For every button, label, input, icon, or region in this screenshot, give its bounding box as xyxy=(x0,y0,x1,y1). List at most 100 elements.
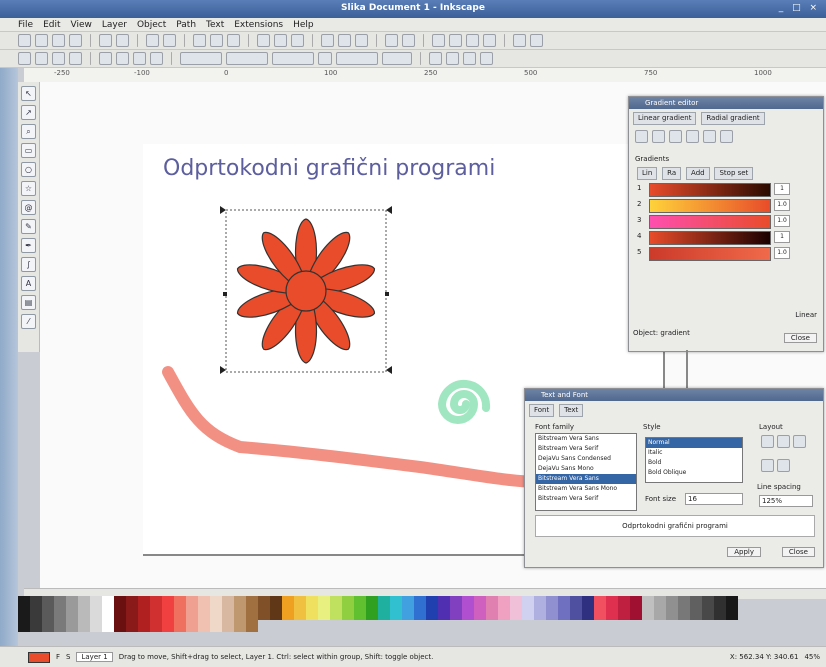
palette-swatch[interactable] xyxy=(642,608,654,620)
palette-swatch[interactable] xyxy=(726,608,738,620)
palette-swatch[interactable] xyxy=(630,608,642,620)
palette-swatch[interactable] xyxy=(534,596,546,608)
palette-swatch[interactable] xyxy=(330,596,342,608)
palette-swatch[interactable] xyxy=(426,596,438,608)
spiral-tool-icon[interactable]: @ xyxy=(21,200,36,215)
palette-swatch[interactable] xyxy=(630,596,642,608)
tab-text[interactable]: Text xyxy=(559,404,584,417)
palette-swatch[interactable] xyxy=(234,620,246,632)
gradient-close-button[interactable]: Close xyxy=(783,333,817,343)
palette-swatch[interactable] xyxy=(330,608,342,620)
palette-swatch[interactable] xyxy=(114,596,126,608)
palette-swatch[interactable] xyxy=(282,596,294,608)
palette-swatch[interactable] xyxy=(558,608,570,620)
cut-icon[interactable] xyxy=(210,34,223,47)
palette-swatch[interactable] xyxy=(666,596,678,608)
palette-swatch[interactable] xyxy=(66,620,78,632)
lower-icon[interactable] xyxy=(133,52,146,65)
palette-swatch[interactable] xyxy=(66,608,78,620)
font-family-item[interactable]: DejaVu Sans Condensed xyxy=(536,454,636,464)
palette-swatch[interactable] xyxy=(54,608,66,620)
palette-swatch[interactable] xyxy=(270,608,282,620)
palette-swatch[interactable] xyxy=(234,608,246,620)
palette-swatch[interactable] xyxy=(462,596,474,608)
palette-swatch[interactable] xyxy=(114,620,126,632)
palette-swatch[interactable] xyxy=(390,608,402,620)
palette-swatch[interactable] xyxy=(690,608,702,620)
palette-swatch[interactable] xyxy=(246,620,258,632)
palette-swatch[interactable] xyxy=(18,620,30,632)
palette-swatch[interactable] xyxy=(294,608,306,620)
vertical-text-icon[interactable] xyxy=(777,459,790,472)
palette-swatch[interactable] xyxy=(66,596,78,608)
palette-swatch[interactable] xyxy=(726,596,738,608)
pattern-paint-icon[interactable] xyxy=(703,130,716,143)
text-close-button[interactable]: Close xyxy=(781,547,815,557)
zoom-drawing-icon[interactable] xyxy=(274,34,287,47)
align-right-icon[interactable] xyxy=(793,435,806,448)
layer-select[interactable]: Layer 1 xyxy=(76,652,113,662)
menu-extensions[interactable]: Extensions xyxy=(234,20,283,30)
palette-swatch[interactable] xyxy=(570,596,582,608)
font-style-item[interactable]: Bold xyxy=(646,458,742,468)
menu-object[interactable]: Object xyxy=(137,20,166,30)
palette-swatch[interactable] xyxy=(342,608,354,620)
palette-swatch[interactable] xyxy=(582,596,594,608)
palette-swatch[interactable] xyxy=(678,596,690,608)
palette-swatch[interactable] xyxy=(510,608,522,620)
palette-swatch[interactable] xyxy=(702,608,714,620)
palette-swatch[interactable] xyxy=(174,596,186,608)
menu-edit[interactable]: Edit xyxy=(43,20,60,30)
undo-icon[interactable] xyxy=(146,34,159,47)
font-size-input[interactable]: 16 xyxy=(685,493,743,505)
rect-tool-icon[interactable]: ▭ xyxy=(21,143,36,158)
circle-tool-icon[interactable]: ○ xyxy=(21,162,36,177)
palette-swatch[interactable] xyxy=(42,608,54,620)
palette-swatch[interactable] xyxy=(150,596,162,608)
palette-swatch[interactable] xyxy=(306,596,318,608)
palette-swatch[interactable] xyxy=(606,596,618,608)
palette-swatch[interactable] xyxy=(498,608,510,620)
raise-icon[interactable] xyxy=(116,52,129,65)
subtab-stopset[interactable]: Stop set xyxy=(714,167,754,180)
x-field[interactable] xyxy=(180,52,222,65)
palette-swatch[interactable] xyxy=(294,596,306,608)
units-select[interactable] xyxy=(382,52,412,65)
palette-swatch[interactable] xyxy=(78,620,90,632)
palette-swatch[interactable] xyxy=(558,596,570,608)
window-titlebar[interactable]: Slika Document 1 - Inkscape _ □ × xyxy=(0,0,826,18)
palette-swatch[interactable] xyxy=(402,608,414,620)
font-family-item[interactable]: Bitstream Vera Sans Mono xyxy=(536,484,636,494)
palette-swatch[interactable] xyxy=(438,596,450,608)
flip-v-icon[interactable] xyxy=(69,52,82,65)
redo-icon[interactable] xyxy=(163,34,176,47)
palette-swatch[interactable] xyxy=(54,596,66,608)
palette-swatch[interactable] xyxy=(354,596,366,608)
font-family-item[interactable]: Bitstream Vera Serif xyxy=(536,494,636,504)
palette-swatch[interactable] xyxy=(486,596,498,608)
palette-swatch[interactable] xyxy=(546,596,558,608)
text-apply-button[interactable]: Apply xyxy=(727,547,761,557)
palette-swatch[interactable] xyxy=(282,608,294,620)
palette-swatch[interactable] xyxy=(186,608,198,620)
palette-swatch[interactable] xyxy=(102,608,114,620)
palette-swatch[interactable] xyxy=(30,608,42,620)
palette-swatch[interactable] xyxy=(570,608,582,620)
palette-swatch[interactable] xyxy=(582,608,594,620)
palette-swatch[interactable] xyxy=(126,596,138,608)
palette-swatch[interactable] xyxy=(318,596,330,608)
flat-paint-icon[interactable] xyxy=(652,130,665,143)
palette-swatch[interactable] xyxy=(42,596,54,608)
font-family-item[interactable]: Bitstream Vera Sans xyxy=(536,474,636,484)
font-family-item[interactable]: DejaVu Sans Mono xyxy=(536,464,636,474)
tab-font[interactable]: Font xyxy=(529,404,555,417)
raise-top-icon[interactable] xyxy=(99,52,112,65)
save-icon[interactable] xyxy=(52,34,65,47)
palette-swatch[interactable] xyxy=(246,596,258,608)
paste-icon[interactable] xyxy=(227,34,240,47)
palette-swatch[interactable] xyxy=(222,620,234,632)
palette-swatch[interactable] xyxy=(474,608,486,620)
palette-swatch[interactable] xyxy=(618,608,630,620)
star-tool-icon[interactable]: ☆ xyxy=(21,181,36,196)
gradient-swatch[interactable] xyxy=(649,199,771,213)
